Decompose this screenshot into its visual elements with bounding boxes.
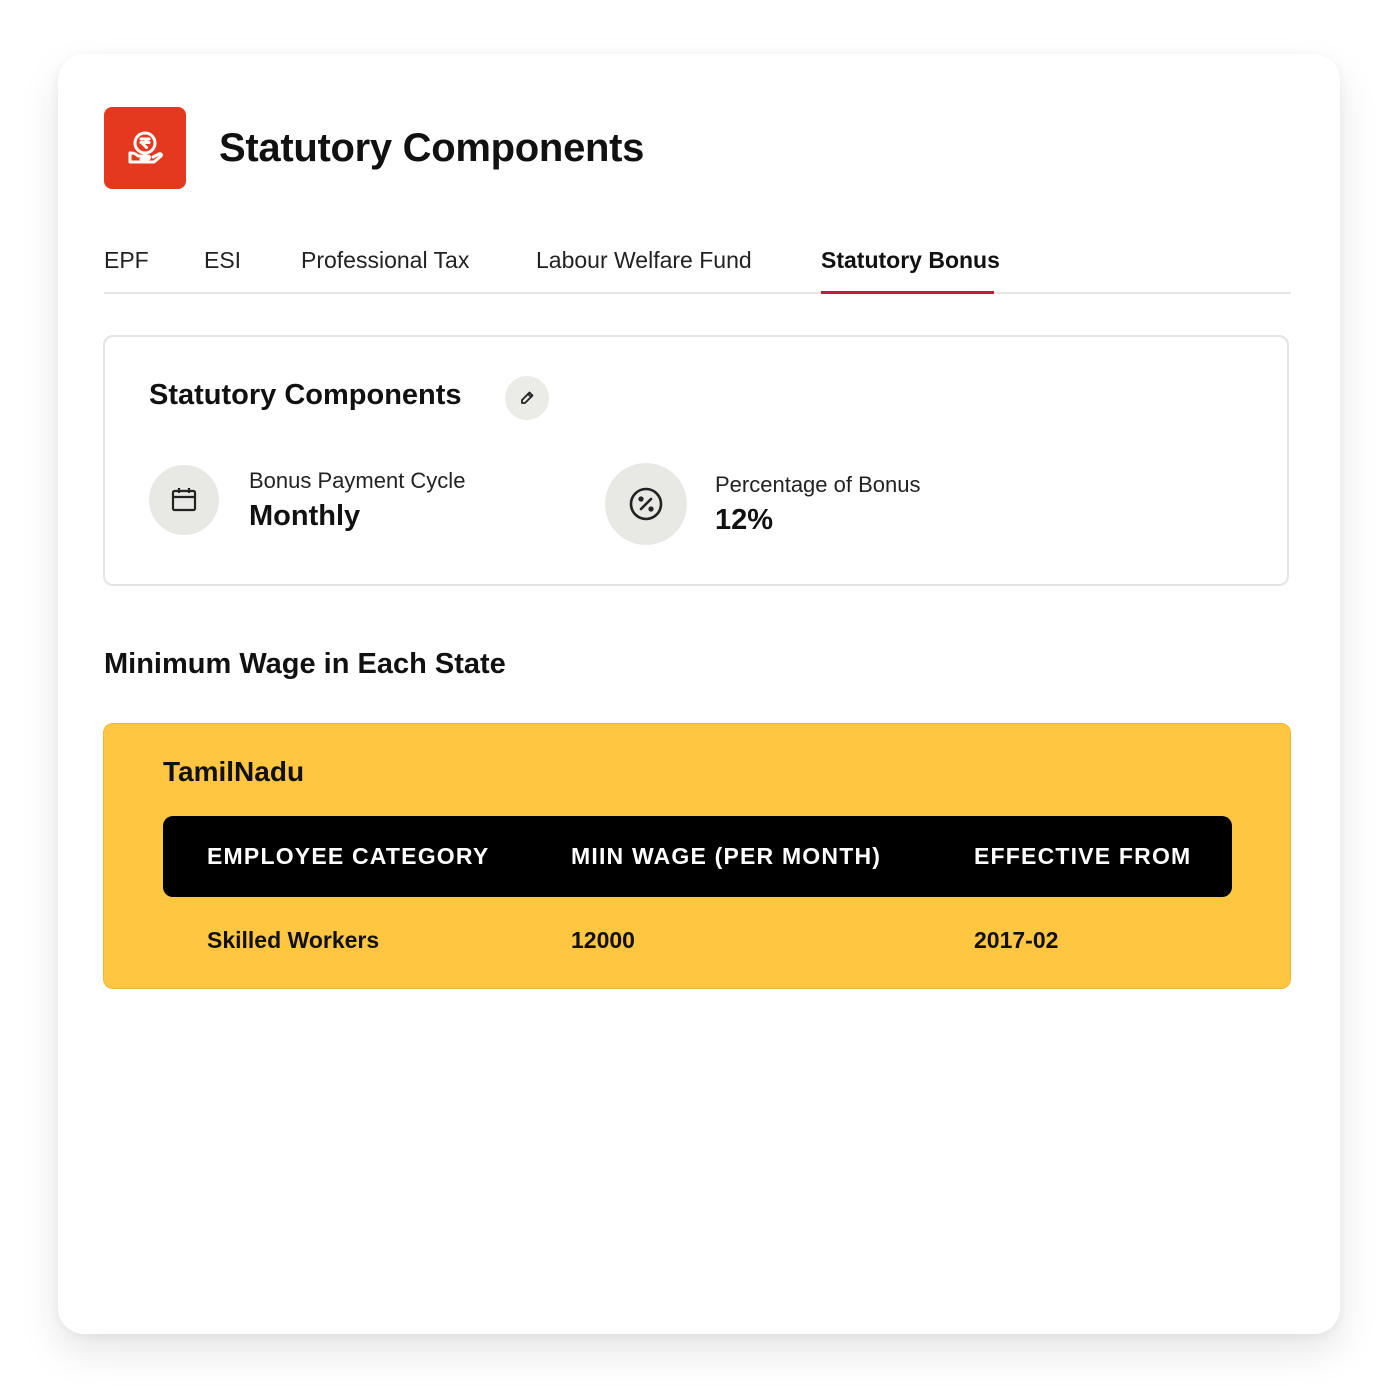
tab-statutory-bonus[interactable]: Statutory Bonus	[821, 244, 1000, 294]
bonus-payment-cycle-value: Monthly	[249, 499, 361, 532]
bonus-payment-cycle: Bonus Payment Cycle Monthly	[149, 465, 465, 535]
rupee-hand-icon	[104, 107, 186, 189]
percentage-of-bonus-value: 12%	[715, 503, 774, 536]
state-name: TamilNadu	[163, 756, 305, 787]
minimum-wage-section-title: Minimum Wage in Each State	[104, 648, 506, 680]
cell-employee-category: Skilled Workers	[207, 927, 380, 953]
pencil-icon	[521, 391, 534, 404]
edit-button[interactable]	[505, 376, 549, 420]
column-header-effective-from: EFFECTIVE FROM	[974, 843, 1192, 869]
tab-epf[interactable]: EPF	[104, 244, 149, 292]
table-row: Skilled Workers 12000 2017-02	[163, 910, 1232, 970]
calendar-icon	[149, 465, 219, 535]
page-header: Statutory Components	[104, 107, 644, 189]
column-header-min-wage: MIIN WAGE (PER MONTH)	[571, 843, 882, 869]
bonus-summary-panel: Statutory Components Bonus Payment Cycle…	[103, 335, 1289, 586]
statutory-components-card: Statutory Components EPF ESI Professiona…	[58, 54, 1340, 1334]
tab-professional-tax[interactable]: Professional Tax	[301, 244, 469, 292]
cell-min-wage: 12000	[571, 927, 635, 953]
tab-labour-welfare-fund[interactable]: Labour Welfare Fund	[536, 244, 752, 292]
cell-effective-from: 2017-02	[974, 927, 1059, 953]
page-title: Statutory Components	[219, 125, 645, 170]
wage-table-header: EMPLOYEE CATEGORY MIIN WAGE (PER MONTH) …	[163, 816, 1232, 897]
percentage-of-bonus-label: Percentage of Bonus	[715, 471, 921, 497]
summary-title: Statutory Components	[149, 379, 462, 411]
percent-icon	[605, 463, 687, 545]
column-header-employee-category: EMPLOYEE CATEGORY	[207, 843, 490, 869]
tab-esi[interactable]: ESI	[204, 244, 241, 292]
bonus-payment-cycle-label: Bonus Payment Cycle	[249, 467, 466, 493]
tab-bar: EPF ESI Professional Tax Labour Welfare …	[104, 244, 1291, 294]
percentage-of-bonus: Percentage of Bonus 12%	[605, 463, 920, 545]
state-wage-panel: TamilNadu EMPLOYEE CATEGORY MIIN WAGE (P…	[103, 723, 1291, 989]
